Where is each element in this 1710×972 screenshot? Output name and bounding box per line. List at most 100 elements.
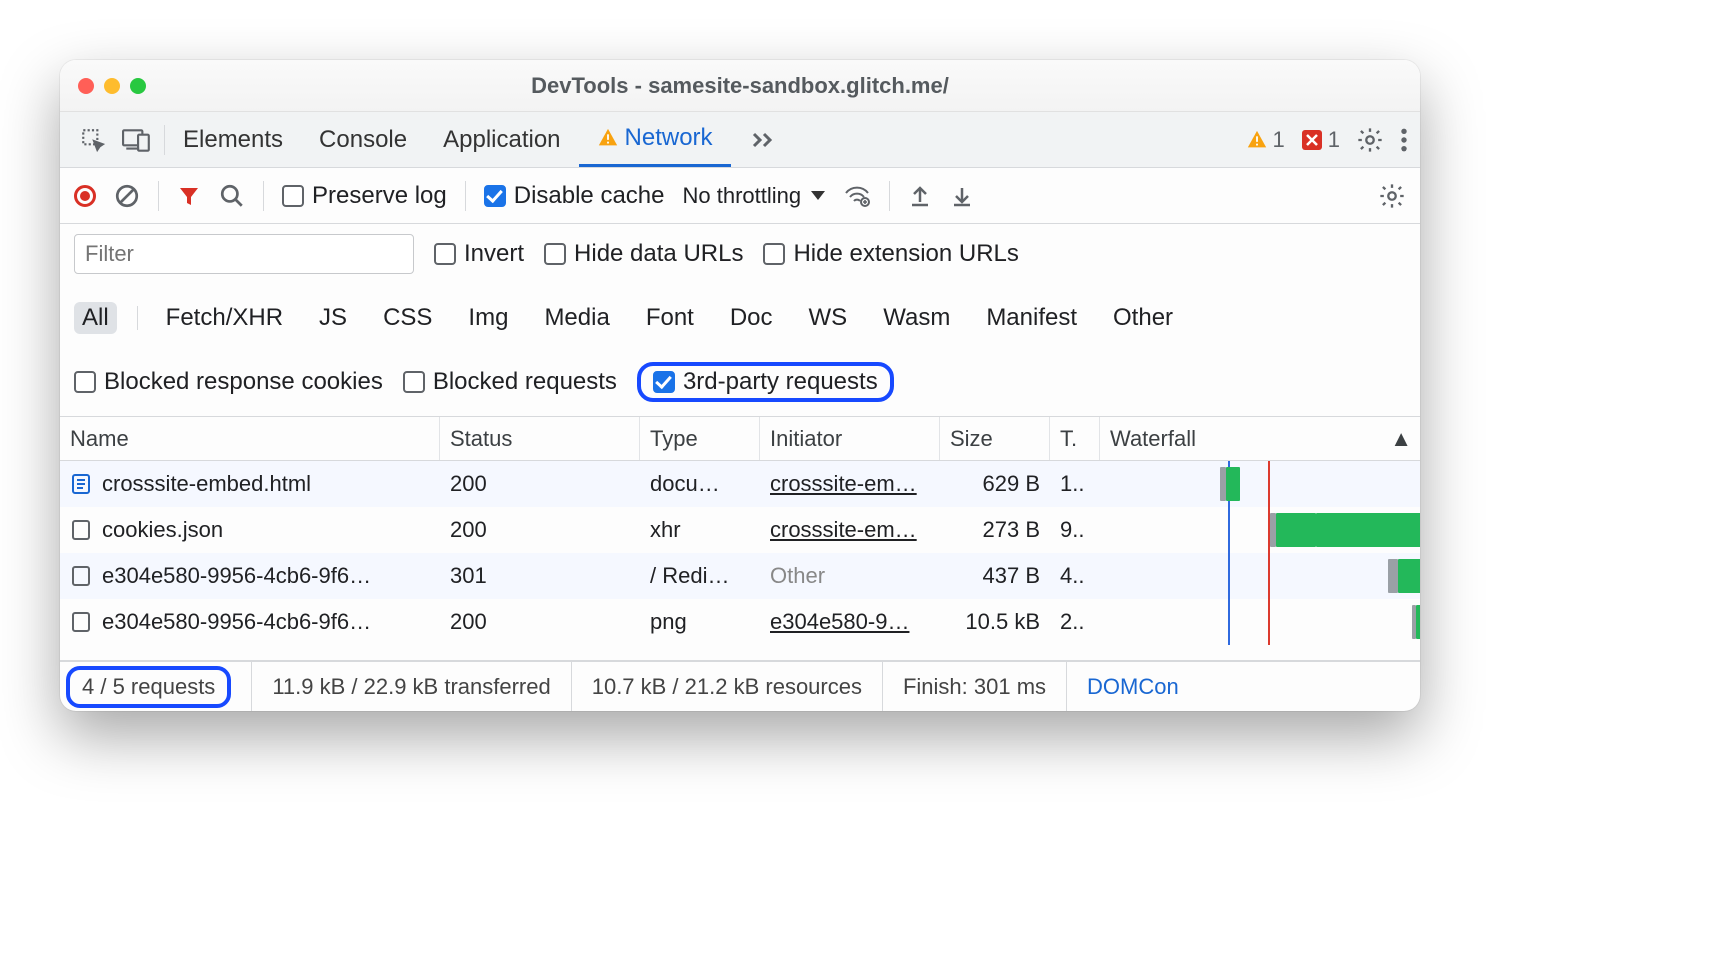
- waterfall-cell: [1100, 461, 1420, 507]
- filter-input[interactable]: [74, 234, 414, 274]
- tabs-overflow-button[interactable]: [731, 112, 793, 167]
- status-finish: Finish: 301 ms: [903, 674, 1046, 700]
- type-filter-js[interactable]: JS: [311, 302, 355, 334]
- request-row[interactable]: e304e580-9956-4cb6-9f6… 200 png e304e580…: [60, 599, 1420, 645]
- type-filter-all[interactable]: All: [74, 302, 117, 334]
- type-filter-ws[interactable]: WS: [801, 302, 856, 334]
- request-row[interactable]: cookies.json 200 xhr crosssite-em… 273 B…: [60, 507, 1420, 553]
- preserve-log-checkbox[interactable]: Preserve log: [282, 182, 447, 210]
- request-type: png: [640, 599, 760, 645]
- hide-extension-urls-checkbox[interactable]: Hide extension URLs: [763, 240, 1018, 268]
- chevron-down-icon: [811, 191, 825, 200]
- clear-button[interactable]: [114, 183, 140, 209]
- request-row[interactable]: crosssite-embed.html 200 docu… crosssite…: [60, 461, 1420, 507]
- type-filter-other[interactable]: Other: [1105, 302, 1181, 334]
- waterfall-cell: [1100, 599, 1420, 645]
- request-initiator[interactable]: crosssite-em…: [760, 507, 940, 553]
- status-bar: 4 / 5 requests 11.9 kB / 22.9 kB transfe…: [60, 661, 1420, 711]
- request-status: 200: [440, 461, 640, 507]
- filter-bar: Invert Hide data URLs Hide extension URL…: [60, 224, 1420, 417]
- file-icon: [70, 611, 92, 633]
- grid-body: crosssite-embed.html 200 docu… crosssite…: [60, 461, 1420, 661]
- request-type: docu…: [640, 461, 760, 507]
- request-size: 629 B: [940, 461, 1050, 507]
- settings-icon[interactable]: [1356, 126, 1384, 154]
- filter-toggle-icon[interactable]: [177, 184, 201, 208]
- request-initiator[interactable]: e304e580-9…: [760, 599, 940, 645]
- highlight-request-count: 4 / 5 requests: [66, 666, 231, 708]
- request-initiator: Other: [760, 553, 940, 599]
- request-status: 200: [440, 507, 640, 553]
- request-status: 301: [440, 553, 640, 599]
- sort-asc-icon: ▲: [1390, 426, 1412, 452]
- request-type: xhr: [640, 507, 760, 553]
- type-filter-font[interactable]: Font: [638, 302, 702, 334]
- status-transferred: 11.9 kB / 22.9 kB transferred: [272, 674, 550, 700]
- warning-icon: [597, 127, 619, 149]
- request-time: 1..: [1050, 461, 1100, 507]
- hide-data-urls-checkbox[interactable]: Hide data URLs: [544, 240, 743, 268]
- titlebar: DevTools - samesite-sandbox.glitch.me/: [60, 60, 1420, 112]
- waterfall-cell: [1100, 553, 1420, 599]
- type-filter-wasm[interactable]: Wasm: [875, 302, 958, 334]
- column-type[interactable]: Type: [640, 417, 760, 460]
- type-filter-fetchxhr[interactable]: Fetch/XHR: [158, 302, 291, 334]
- request-time: 9..: [1050, 507, 1100, 553]
- import-har-icon[interactable]: [908, 183, 932, 209]
- disable-cache-checkbox[interactable]: Disable cache: [484, 182, 665, 210]
- blocked-cookies-checkbox[interactable]: Blocked response cookies: [74, 368, 383, 396]
- network-settings-icon[interactable]: [1378, 182, 1406, 210]
- request-name: crosssite-embed.html: [102, 471, 311, 497]
- column-size[interactable]: Size: [940, 417, 1050, 460]
- request-type: / Redi…: [640, 553, 760, 599]
- warning-icon: [1246, 129, 1268, 151]
- request-name: e304e580-9956-4cb6-9f6…: [102, 609, 371, 635]
- search-icon[interactable]: [219, 183, 245, 209]
- status-requests: 4 / 5 requests: [82, 674, 215, 699]
- tab-elements[interactable]: Elements: [165, 112, 301, 167]
- status-domcontent: DOMCon: [1087, 674, 1179, 700]
- inspect-element-icon[interactable]: [80, 127, 106, 153]
- invert-checkbox[interactable]: Invert: [434, 240, 524, 268]
- type-filter-img[interactable]: Img: [460, 302, 516, 334]
- request-time: 2..: [1050, 599, 1100, 645]
- request-size: 10.5 kB: [940, 599, 1050, 645]
- request-row[interactable]: e304e580-9956-4cb6-9f6… 301 / Redi… Othe…: [60, 553, 1420, 599]
- column-initiator[interactable]: Initiator: [760, 417, 940, 460]
- request-time: 4..: [1050, 553, 1100, 599]
- window-title: DevTools - samesite-sandbox.glitch.me/: [60, 73, 1420, 99]
- type-filter-doc[interactable]: Doc: [722, 302, 781, 334]
- blocked-requests-checkbox[interactable]: Blocked requests: [403, 368, 617, 396]
- grid-header: Name Status Type Initiator Size T. Water…: [60, 417, 1420, 461]
- type-filter-media[interactable]: Media: [536, 302, 617, 334]
- tab-network[interactable]: Network: [579, 112, 731, 167]
- request-name: cookies.json: [102, 517, 223, 543]
- column-time[interactable]: T.: [1050, 417, 1100, 460]
- request-size: 437 B: [940, 553, 1050, 599]
- tab-application[interactable]: Application: [425, 112, 578, 167]
- throttling-select[interactable]: No throttling: [682, 183, 825, 209]
- device-toolbar-icon[interactable]: [122, 127, 152, 153]
- waterfall-cell: [1100, 507, 1420, 553]
- tab-console[interactable]: Console: [301, 112, 425, 167]
- type-filter-manifest[interactable]: Manifest: [978, 302, 1085, 334]
- network-toolbar: Preserve log Disable cache No throttling: [60, 168, 1420, 224]
- type-filter-css[interactable]: CSS: [375, 302, 440, 334]
- column-waterfall[interactable]: Waterfall▲: [1100, 417, 1420, 460]
- record-button[interactable]: [74, 185, 96, 207]
- column-name[interactable]: Name: [60, 417, 440, 460]
- warning-count[interactable]: 1: [1246, 127, 1285, 153]
- highlight-3rd-party: 3rd-party requests: [637, 362, 894, 402]
- devtools-window: DevTools - samesite-sandbox.glitch.me/ E…: [60, 60, 1420, 711]
- third-party-checkbox[interactable]: 3rd-party requests: [653, 368, 878, 396]
- file-icon: [70, 473, 92, 495]
- column-status[interactable]: Status: [440, 417, 640, 460]
- request-size: 273 B: [940, 507, 1050, 553]
- more-icon[interactable]: [1400, 127, 1408, 153]
- network-conditions-icon[interactable]: [843, 184, 871, 208]
- status-resources: 10.7 kB / 21.2 kB resources: [592, 674, 862, 700]
- request-initiator[interactable]: crosssite-em…: [760, 461, 940, 507]
- error-count[interactable]: 1: [1301, 127, 1340, 153]
- error-badge-icon: [1301, 129, 1323, 151]
- export-har-icon[interactable]: [950, 183, 974, 209]
